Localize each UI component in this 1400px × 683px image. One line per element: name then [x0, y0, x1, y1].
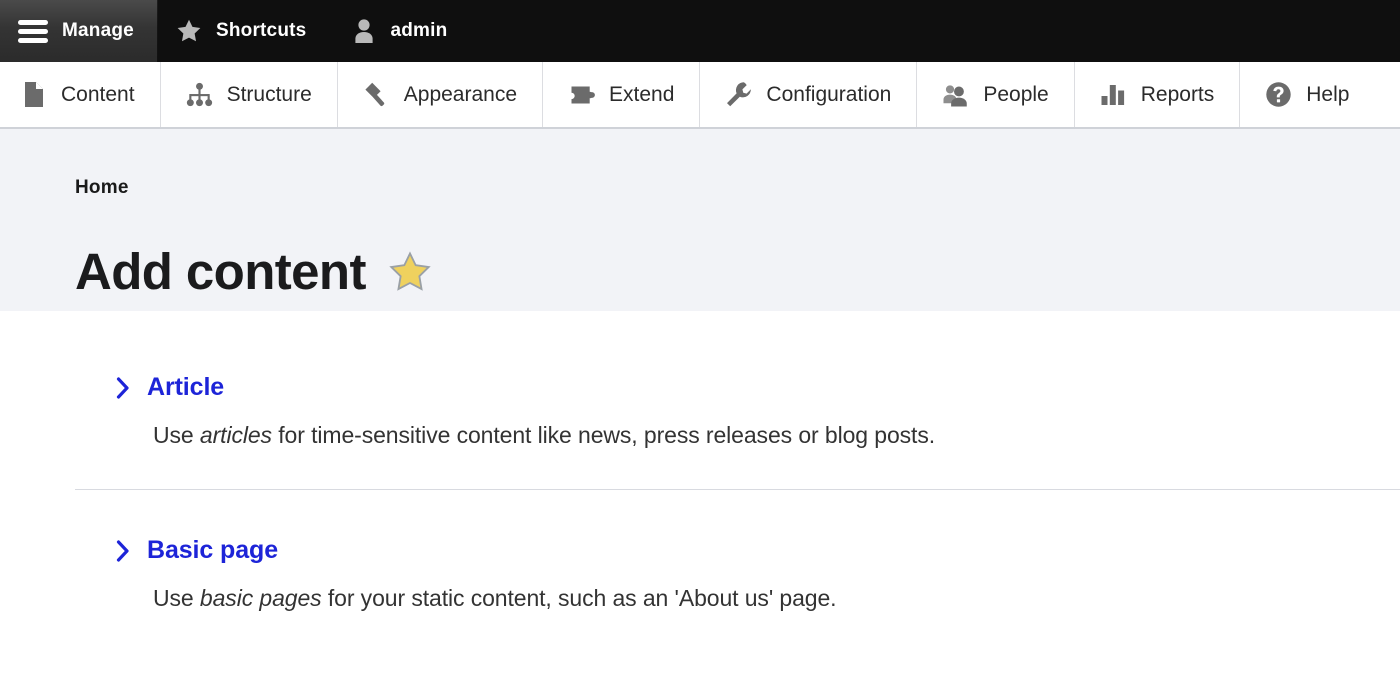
menu-item-people-label: People	[983, 82, 1049, 106]
main-content: Article Use articles for time-sensitive …	[0, 311, 1400, 670]
menu-item-configuration-label: Configuration	[766, 82, 892, 106]
menu-item-content[interactable]: Content	[0, 62, 161, 127]
admin-tab-manage-label: Manage	[62, 20, 134, 41]
desc-prefix: Use	[153, 422, 200, 448]
star-icon	[176, 18, 202, 44]
admin-tab-shortcuts[interactable]: Shortcuts	[158, 0, 330, 62]
content-type-article: Article Use articles for time-sensitive …	[75, 311, 1400, 489]
content-type-basic-page-description: Use basic pages for your static content,…	[75, 585, 1400, 612]
user-icon	[352, 18, 376, 44]
page-icon	[20, 81, 47, 108]
menu-item-configuration[interactable]: Configuration	[700, 62, 918, 127]
chevron-right-icon	[115, 539, 131, 563]
sitemap-icon	[186, 81, 213, 108]
list-item: Basic page Use basic pages for your stat…	[75, 489, 1400, 670]
desc-prefix: Use	[153, 585, 200, 611]
menu-item-help[interactable]: Help	[1240, 62, 1374, 127]
content-type-list: Article Use articles for time-sensitive …	[75, 311, 1400, 670]
breadcrumb-item-home[interactable]: Home	[75, 177, 129, 198]
menu-item-appearance[interactable]: Appearance	[338, 62, 544, 127]
content-type-article-title-row[interactable]: Article	[75, 373, 1400, 402]
desc-emphasis: basic pages	[199, 585, 322, 611]
question-circle-icon	[1265, 81, 1292, 108]
puzzle-piece-icon	[568, 81, 595, 108]
content-type-article-link[interactable]: Article	[147, 373, 224, 402]
admin-tab-user[interactable]: admin	[330, 0, 471, 62]
list-item: Article Use articles for time-sensitive …	[75, 311, 1400, 489]
content-type-basic-page-title-row[interactable]: Basic page	[75, 536, 1400, 565]
admin-tab-user-label: admin	[390, 20, 448, 41]
page-title: Add content	[75, 243, 366, 301]
desc-suffix: for time-sensitive content like news, pr…	[271, 422, 936, 448]
people-icon	[942, 81, 969, 108]
menu-item-people[interactable]: People	[917, 62, 1075, 127]
desc-suffix: for your static content, such as an 'Abo…	[321, 585, 837, 611]
page-header: Home Add content	[0, 129, 1400, 311]
hamburger-icon[interactable]	[18, 19, 48, 43]
admin-menu-bar: Content Structure Appearance Extend Conf…	[0, 62, 1400, 129]
paintbrush-icon	[363, 81, 390, 108]
admin-toolbar: Manage Shortcuts admin	[0, 0, 1400, 62]
content-type-article-description: Use articles for time-sensitive content …	[75, 422, 1400, 449]
menu-item-help-label: Help	[1306, 82, 1350, 106]
menu-item-reports-label: Reports	[1140, 82, 1215, 106]
wrench-icon	[725, 81, 752, 108]
bar-chart-icon	[1100, 81, 1127, 108]
favorite-star-icon[interactable]	[388, 250, 432, 294]
menu-item-content-label: Content	[61, 82, 135, 106]
menu-item-structure-label: Structure	[226, 82, 312, 106]
admin-tab-manage[interactable]: Manage	[0, 0, 158, 62]
content-type-basic-page-link[interactable]: Basic page	[147, 536, 278, 565]
menu-item-appearance-label: Appearance	[403, 82, 518, 106]
breadcrumb[interactable]: Home	[75, 129, 1400, 199]
content-type-basic-page: Basic page Use basic pages for your stat…	[75, 490, 1400, 670]
menu-item-structure[interactable]: Structure	[161, 62, 338, 127]
menu-item-extend-label: Extend	[609, 82, 675, 106]
menu-item-extend[interactable]: Extend	[543, 62, 701, 127]
admin-tab-shortcuts-label: Shortcuts	[215, 20, 307, 41]
chevron-right-icon	[115, 376, 131, 400]
menu-item-reports[interactable]: Reports	[1075, 62, 1241, 127]
desc-emphasis: articles	[199, 422, 272, 448]
